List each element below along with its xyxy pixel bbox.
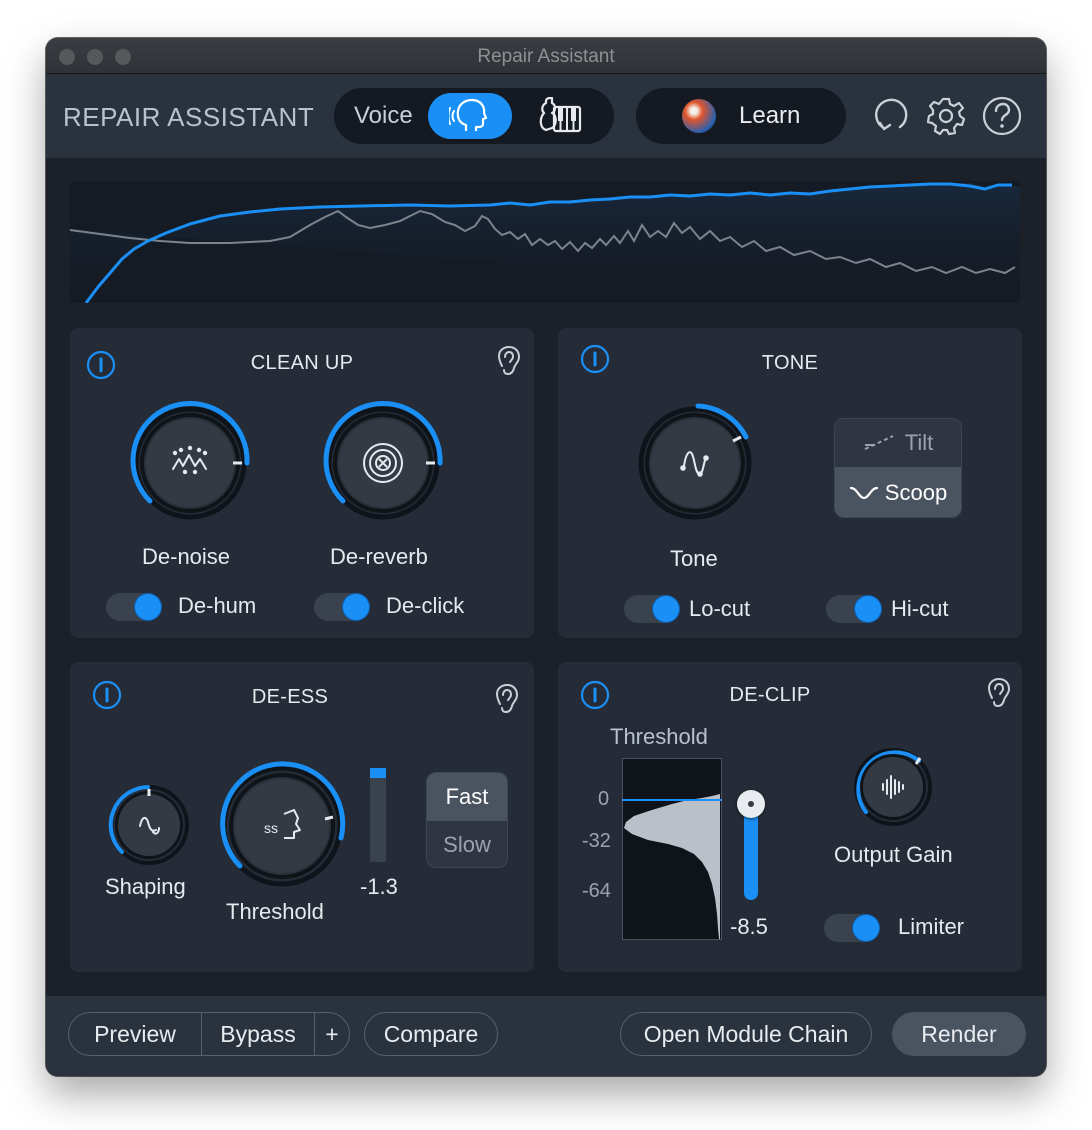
tone-knob-label: Tone [670,546,718,571]
tone-title: TONE [761,352,819,374]
deess-meter-fill [370,768,386,778]
learn-label: Learn [739,102,801,129]
declip-tick-64: -64 [582,880,611,902]
declip-histogram [622,758,722,940]
learn-orb-icon [682,99,716,133]
mode-selector: Voice [334,88,614,144]
footer-bar: Preview Bypass + Compare Open Module Cha… [46,996,1046,1076]
help-icon[interactable] [982,96,1022,136]
declip-panel: DE-CLIP Threshold 0 -32 -64 -8.5 Output … [558,662,1022,972]
preview-bypass-group: Preview Bypass + [68,1012,350,1056]
deess-listen-ear-icon[interactable] [494,684,520,714]
hicut-label: Hi-cut [891,596,949,621]
repair-assistant-window: Repair Assistant REPAIR ASSISTANT Voice [46,38,1046,1076]
tilt-option[interactable]: Tilt [835,419,961,467]
declip-tick-32: -32 [582,830,611,852]
cleanup-panel: CLEAN UP De-noise De-reverb [70,328,534,638]
render-button[interactable]: Render [892,1012,1026,1056]
limiter-toggle-knob [853,915,879,941]
shaping-label: Shaping [105,874,186,899]
tilt-curve-icon [864,435,894,450]
dereverb-knob[interactable] [318,398,448,528]
voice-head-icon [449,98,488,131]
hicut-toggle[interactable] [826,595,882,623]
voice-mode-label: Voice [354,102,413,129]
declip-threshold-label: Threshold [610,724,708,749]
voice-mode-button[interactable] [428,93,512,139]
compare-button[interactable]: Compare [364,1012,498,1056]
denoise-knob[interactable] [125,398,255,528]
deess-speed-selector: Fast Slow [426,772,508,868]
title-bar: Repair Assistant [46,38,1046,74]
declick-toggle-knob [343,594,369,620]
header-bar: REPAIR ASSISTANT Voice Learn [46,74,1046,158]
dehum-label: De-hum [178,593,257,618]
output-gain-label: Output Gain [834,842,953,867]
declip-threshold-value: -8.5 [730,914,768,939]
declip-title: DE-CLIP [729,684,811,706]
scoop-label: Scoop [884,480,948,505]
locut-label: Lo-cut [689,596,751,621]
deess-level-meter [370,768,386,862]
cleanup-listen-ear-icon[interactable] [496,346,522,376]
deess-threshold-knob[interactable]: ss [214,758,350,894]
dereverb-label: De-reverb [330,544,428,569]
limiter-label: Limiter [898,914,965,939]
gear-icon[interactable] [926,96,966,136]
declip-threshold-slider-handle[interactable] [737,790,765,818]
spectrum-display [70,181,1020,303]
brand-title: REPAIR ASSISTANT [63,102,315,132]
tone-mode-selector: Tilt Scoop [834,418,962,518]
locut-toggle-knob [653,596,679,622]
dereverb-icon [363,443,403,483]
instrument-piano-icon [539,97,582,133]
deess-threshold-label: Threshold [226,899,324,924]
bypass-button[interactable]: Bypass [202,1021,314,1048]
scoop-option[interactable]: Scoop [835,467,961,517]
declip-tick-0: 0 [598,788,610,810]
declick-toggle[interactable] [314,593,370,621]
tilt-label: Tilt [904,430,934,455]
hicut-toggle-knob [855,596,881,622]
shaping-knob[interactable] [104,780,194,870]
svg-text:ss: ss [264,820,278,836]
fast-option[interactable]: Fast [427,773,507,821]
slider-handle-dot [748,801,754,807]
cleanup-title: CLEAN UP [250,352,354,374]
tone-panel: TONE Tone Tilt Scoop [558,328,1022,638]
deess-title: DE-ESS [251,686,329,708]
deess-panel: DE-ESS Shaping ss Threshold -1.3 Fast Sl… [70,662,534,972]
output-gain-knob[interactable] [850,744,936,830]
window-title: Repair Assistant [477,46,615,67]
spectrum-graph [70,182,1020,303]
deess-meter-value: -1.3 [360,874,398,899]
declip-threshold-slider-track[interactable] [737,790,765,900]
denoise-label: De-noise [142,544,231,569]
tone-knob[interactable] [630,398,760,528]
locut-toggle[interactable] [624,595,680,623]
declick-label: De-click [386,593,465,618]
learn-button[interactable]: Learn [636,88,846,144]
slow-option[interactable]: Slow [427,821,507,867]
add-bypass-button[interactable]: + [315,1021,349,1048]
undo-icon[interactable] [870,96,910,136]
scoop-curve-icon [849,486,878,500]
preview-button[interactable]: Preview [69,1021,201,1048]
music-mode-button[interactable] [530,93,590,139]
dehum-toggle-knob [135,594,161,620]
open-module-chain-button[interactable]: Open Module Chain [620,1012,872,1056]
limiter-toggle[interactable] [824,914,880,942]
dehum-toggle[interactable] [106,593,162,621]
declip-listen-ear-icon[interactable] [986,678,1012,708]
